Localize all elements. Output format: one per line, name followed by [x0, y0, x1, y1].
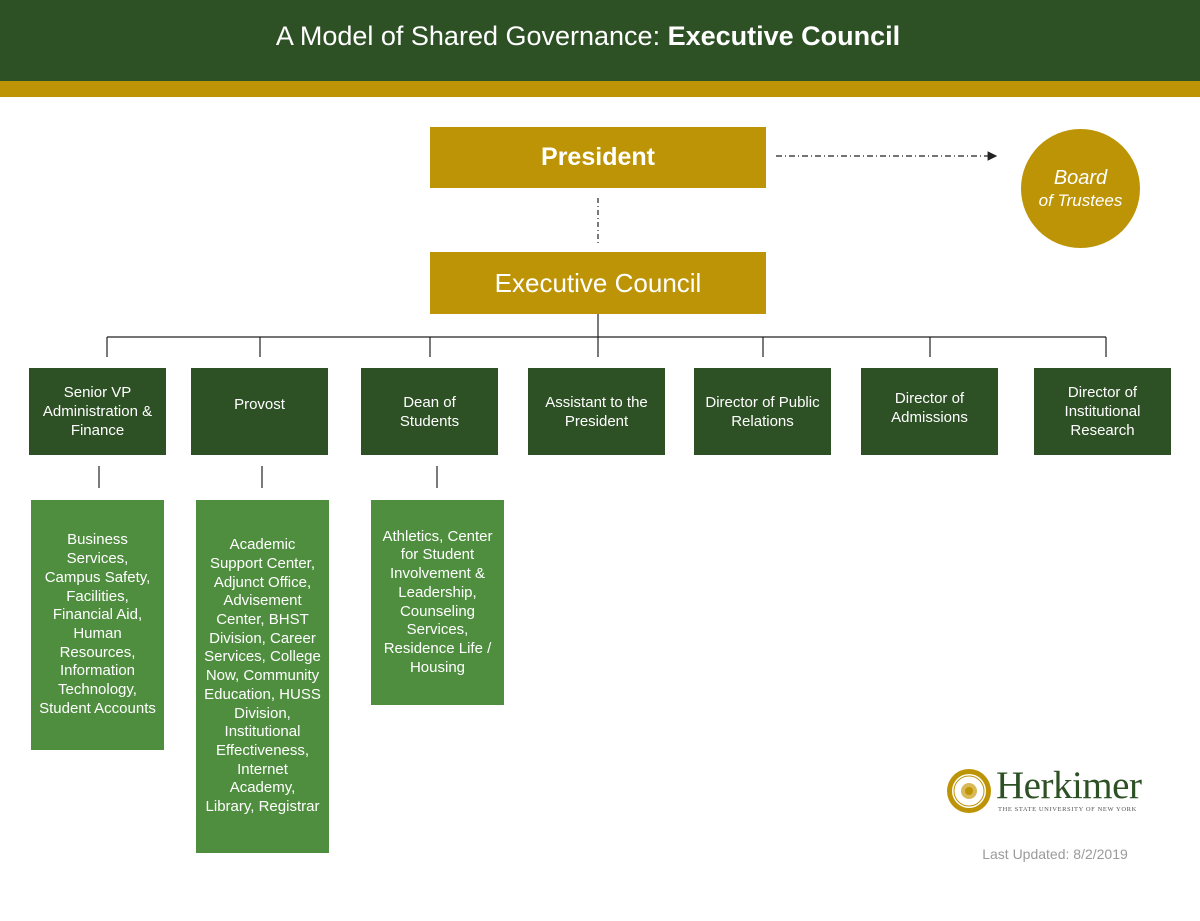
dept-assistant-to-president: Assistant to the President — [528, 368, 665, 455]
units-dean-of-students: Athletics, Center for Student Involvemen… — [371, 500, 504, 705]
logo-subtitle: THE STATE UNIVERSITY OF NEW YORK — [998, 806, 1137, 813]
herkimer-logo: Herkimer THE STATE UNIVERSITY OF NEW YOR… — [946, 764, 1162, 820]
dept-provost: Provost — [191, 368, 328, 455]
dept-institutional-research: Director of Institutional Research — [1034, 368, 1171, 455]
dept-public-relations: Director of Public Relations — [694, 368, 831, 455]
dept-senior-vp: Senior VP Administration & Finance — [29, 368, 166, 455]
board-line-2: of Trustees — [1038, 190, 1123, 210]
logo-wordmark: Herkimer — [996, 764, 1142, 807]
board-line-1: Board — [1053, 166, 1108, 189]
executive-council-box: Executive Council — [430, 252, 766, 314]
president-box: President — [430, 127, 766, 188]
last-updated-text: Last Updated: 8/2/2019 — [982, 846, 1128, 862]
board-of-trustees-circle: Board of Trustees — [1021, 129, 1140, 248]
college-seal-icon — [947, 769, 991, 813]
dept-admissions: Director of Admissions — [861, 368, 998, 455]
dept-dean-of-students: Dean of Students — [361, 368, 498, 455]
units-provost: Academic Support Center, Adjunct Office,… — [196, 500, 329, 853]
units-senior-vp: Business Services, Campus Safety, Facili… — [31, 500, 164, 750]
